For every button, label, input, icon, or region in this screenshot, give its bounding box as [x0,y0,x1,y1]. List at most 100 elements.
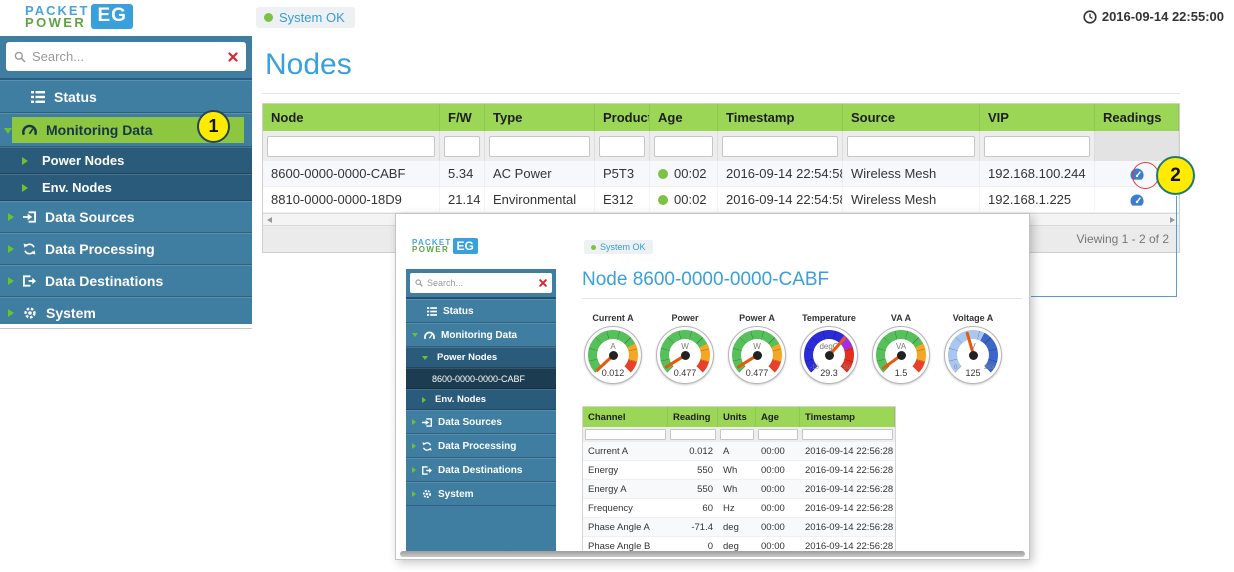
filter-readings-empty [1095,131,1179,161]
age-ok-dot-icon [658,195,668,205]
inset-sidebar: Search... Status Monitoring Data Power N… [406,269,556,552]
refresh-icon [23,243,36,255]
chevron-right-icon [412,467,416,473]
sidebar-item-status[interactable]: Status [0,80,252,113]
cell-timestamp: 2016-09-14 22:54:58 [718,187,843,212]
scroll-left-arrow-icon[interactable] [267,217,272,223]
cell-fw: 21.14 [440,187,485,212]
readings-gauge-icon[interactable] [1129,193,1145,207]
inset-table-row: Energy A 550 Wh 00:00 2016-09-14 22:56:2… [583,480,895,499]
gauge-dial: W 0.477 [728,326,786,384]
col-header-type[interactable]: Type [485,104,595,131]
inset-table-filter-row [583,427,895,442]
inset-status-ok-dot-icon [591,245,596,250]
filter-node-input[interactable] [267,136,435,157]
filter-age-input[interactable] [654,136,713,157]
step-2-number: 2 [1170,165,1181,187]
sidebar-item-power-nodes[interactable]: Power Nodes [0,147,252,174]
search-input[interactable] [32,49,222,64]
logo-badge: EG [91,4,132,29]
gauge-value: 29.3 [801,368,857,378]
col-header-readings[interactable]: Readings [1095,104,1179,131]
filter-source-input[interactable] [847,136,975,157]
inset-sidebar-item-system: System [406,482,556,506]
nodes-table-filter-row [263,131,1179,161]
inset-cell-channel: Energy [583,461,668,479]
gauge-hub [897,351,906,360]
chevron-right-icon [22,184,28,192]
filter-fw-input[interactable] [444,136,480,157]
gauge-power: Power W 0.477 [654,313,716,384]
cell-source: Wireless Mesh [843,187,980,212]
col-header-vip[interactable]: VIP [980,104,1095,131]
gauges-icon [22,124,37,136]
inset-content: Node 8600-0000-0000-CABF Current A A 0.0… [582,269,1022,557]
chevron-right-icon [412,443,416,449]
inset-cell-age: 00:00 [756,442,800,460]
inset-sidebar-label: System [438,489,474,500]
inset-search-placeholder: Search... [427,278,535,288]
search-box[interactable] [6,42,246,71]
col-header-fw[interactable]: F/W [440,104,485,131]
filter-timestamp-input[interactable] [722,136,838,157]
sidebar-item-data-destinations[interactable]: Data Destinations [0,265,252,297]
col-header-node[interactable]: Node [263,104,440,131]
table-row[interactable]: 8600-0000-0000-CABF 5.34 AC Power P5T3 0… [263,161,1179,187]
inset-table-header: Channel Reading Units Age Timestamp [583,407,895,427]
sign-out-icon [23,275,36,287]
col-header-source[interactable]: Source [843,104,980,131]
inset-sidebar-label: Data Sources [438,417,502,428]
filter-vip-input[interactable] [984,136,1090,157]
sidebar-item-system[interactable]: System [0,297,252,329]
inset-cell-channel: Current A [583,442,668,460]
inset-sidebar-label: Data Processing [438,441,516,452]
logo-line2: POWER [25,17,89,29]
inset-sidebar-item-env-nodes: Env. Nodes [406,389,556,410]
scroll-right-arrow-icon[interactable] [1170,217,1175,223]
filter-type-input[interactable] [489,136,590,157]
inset-sidebar-item-monitoring-data: Monitoring Data [406,323,556,347]
col-header-product[interactable]: Product [595,104,650,131]
gauge-unit: W [657,342,713,351]
col-header-timestamp[interactable]: Timestamp [718,104,843,131]
chevron-right-icon [22,157,28,165]
gauge-dial: VA 1.5 [872,326,930,384]
gauge-dial: W 0.477 [656,326,714,384]
gauge-title: Temperature [802,313,856,323]
cell-product: E312 [595,187,650,212]
inset-col-channel: Channel [583,407,668,427]
gauge-value: 0.477 [657,368,713,378]
inset-filter-box [802,429,893,440]
col-header-age[interactable]: Age [650,104,718,131]
table-row[interactable]: 8810-0000-0000-18D9 21.14 Environmental … [263,187,1179,213]
inset-sidebar-item-selected-node: 8600-0000-0000-CABF [406,368,556,389]
chevron-right-icon [8,277,14,285]
inset-table-row: Phase Angle A -71.4 deg 00:00 2016-09-14… [583,518,895,537]
inset-sidebar-label: Env. Nodes [435,394,486,405]
filter-product-input[interactable] [599,136,645,157]
packet-power-logo: PACKET POWER EG [25,4,133,29]
gauge-temperature: Temperature degC -10 50 29.3 [798,313,860,384]
node-detail-inset-screenshot: PACKET POWER EG System OK Search... Stat… [395,213,1030,560]
inset-title-divider [582,298,1022,299]
sidebar-item-data-processing[interactable]: Data Processing [0,233,252,265]
inset-table-row: Current A 0.012 A 00:00 2016-09-14 22:56… [583,442,895,461]
inset-window-bottom-edge [400,551,1025,557]
gauge-va-a: VA A VA 1.5 [870,313,932,384]
sidebar-item-data-sources[interactable]: Data Sources [0,201,252,233]
cell-age: 00:02 [650,187,718,212]
inset-cell-reading: -71.4 [668,518,718,536]
sidebar-item-env-nodes[interactable]: Env. Nodes [0,174,252,201]
inset-sidebar-label: Power Nodes [437,352,497,363]
inset-search-box: Search... [410,273,552,293]
inset-sidebar-item-data-destinations: Data Destinations [406,458,556,482]
clear-search-icon[interactable] [228,52,238,62]
inset-sidebar-label: Data Destinations [438,465,522,476]
age-value: 00:02 [674,166,707,181]
gauge-current-a: Current A A 0.012 [582,313,644,384]
list-icon [31,91,45,103]
sidebar-search-area [0,36,252,80]
age-value: 00:02 [674,192,707,207]
title-divider [262,93,1180,94]
step-1-callout: 1 [197,110,230,143]
